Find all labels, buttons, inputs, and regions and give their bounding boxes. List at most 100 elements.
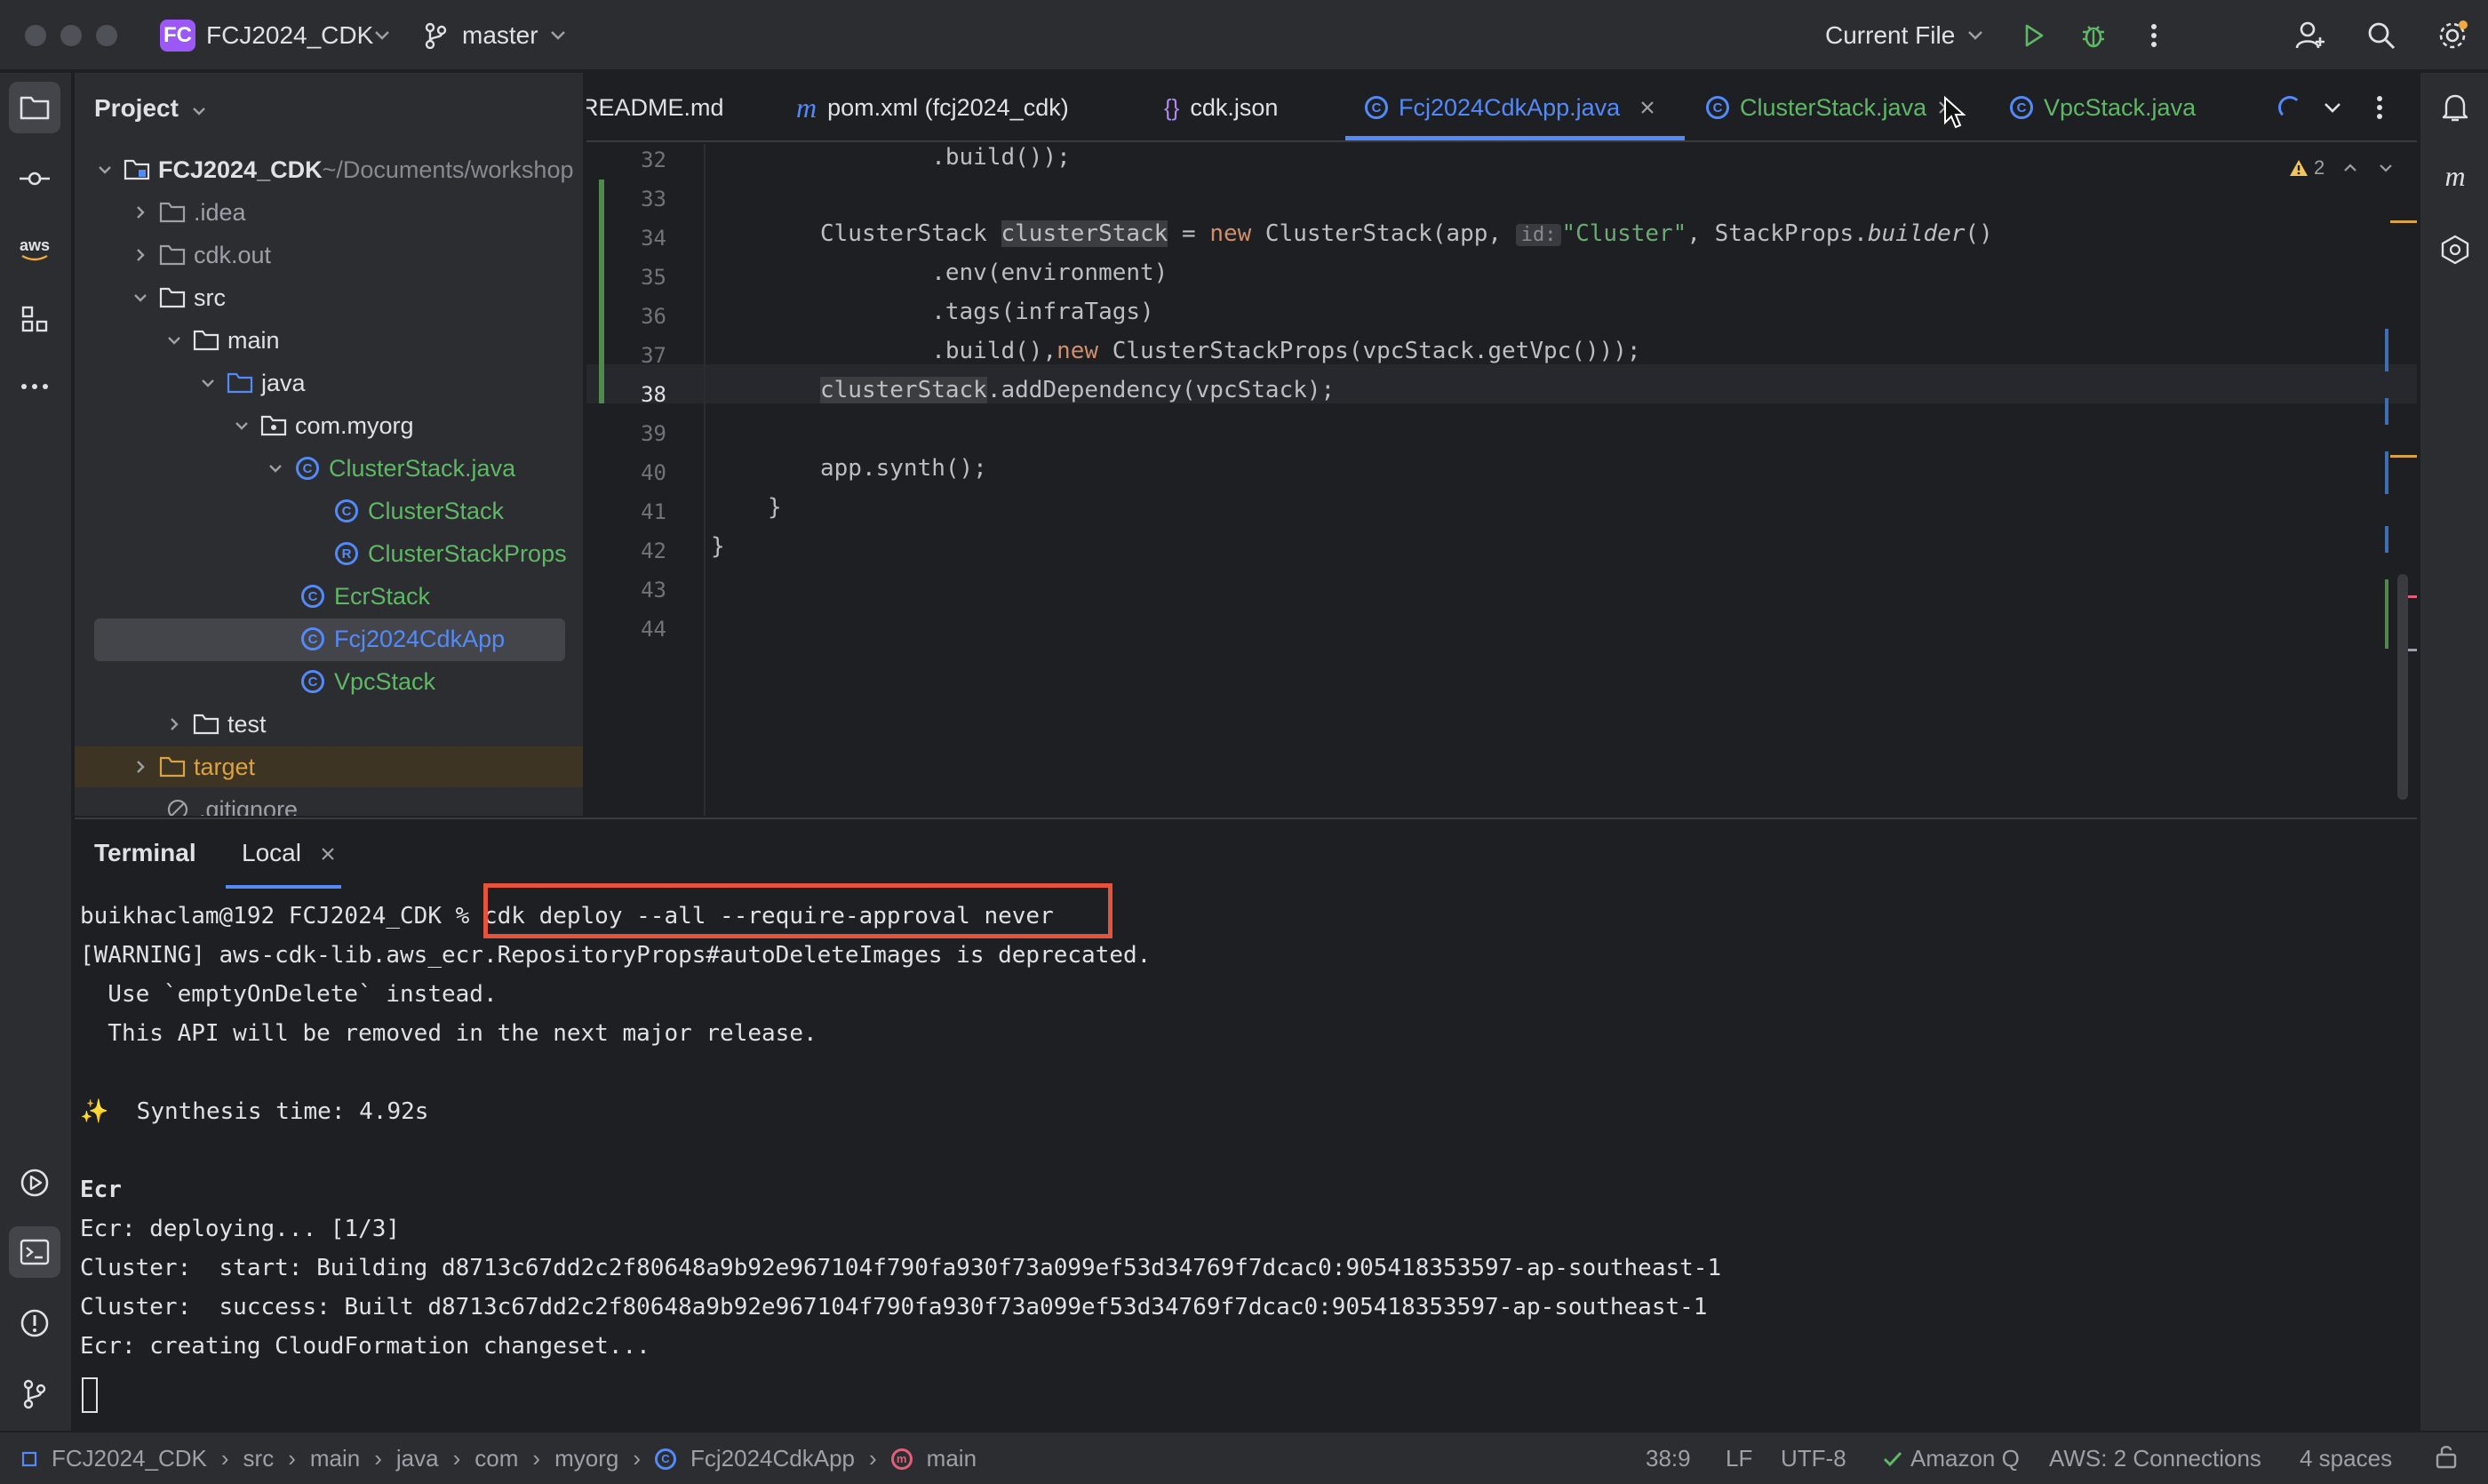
terminal-panel: Terminal Local buikhaclam@192 FCJ2024_CD… (75, 818, 2417, 1431)
project-badge[interactable]: FC (160, 20, 195, 52)
tree-item-test[interactable]: test (75, 704, 583, 745)
chevron-right-icon[interactable] (163, 714, 185, 735)
tree-item-gitignore[interactable]: .gitignore (75, 789, 583, 816)
class-icon: C (299, 582, 327, 610)
aws-connections[interactable]: AWS: 2 Connections (2049, 1445, 2261, 1472)
aws-cube-icon[interactable] (2429, 224, 2481, 275)
code-line-35: .env(environment) (820, 259, 1168, 286)
tree-item-project-root[interactable]: FCJ2024_CDK ~/Documents/workshop (75, 149, 583, 190)
maven-icon: m (796, 91, 817, 124)
tab-clusterstack[interactable]: C ClusterStack.java (1706, 73, 1953, 140)
tree-item-src[interactable]: src (75, 277, 583, 318)
tree-item-clusterstack-class[interactable]: C ClusterStack (75, 491, 583, 531)
breadcrumb-item[interactable]: main (310, 1445, 360, 1472)
tab-list-chevron-icon[interactable] (2323, 73, 2342, 140)
breadcrumb-item[interactable]: FCJ2024_CDK (52, 1445, 207, 1472)
chevron-down-icon[interactable] (1962, 14, 1989, 57)
method-icon: m (890, 1448, 913, 1470)
overflow-tab-icon[interactable] (2278, 73, 2301, 140)
structure-icon[interactable] (9, 293, 60, 345)
more-horizontal-icon[interactable] (9, 361, 60, 412)
breadcrumb-item[interactable]: Fcj2024CdkApp (690, 1445, 855, 1472)
services-icon[interactable] (9, 1157, 60, 1209)
breadcrumb-item[interactable]: main (927, 1445, 977, 1472)
tab-fcj2024cdkapp[interactable]: C Fcj2024CdkApp.java (1365, 73, 1655, 140)
debug-icon[interactable] (2072, 14, 2115, 57)
tree-item-clusterstack-file[interactable]: C ClusterStack.java (75, 448, 583, 489)
tree-item-clusterstackprops[interactable]: R ClusterStackProps (75, 533, 583, 574)
tree-item-cdk-out[interactable]: cdk.out (75, 235, 583, 275)
tab-options-more-icon[interactable] (2376, 73, 2383, 140)
close-tab-icon[interactable] (1639, 100, 1655, 116)
settings-gear-icon[interactable] (2431, 14, 2474, 57)
warning-icon (2290, 160, 2308, 176)
tree-item-idea[interactable]: .idea (75, 192, 583, 233)
notifications-bell-icon[interactable] (2429, 82, 2481, 133)
tree-item-main[interactable]: main (75, 320, 583, 361)
tab-vpcstack[interactable]: C VpcStack.java (2010, 73, 2196, 140)
run-icon[interactable] (2012, 14, 2054, 57)
line-ending[interactable]: LF (1726, 1445, 1752, 1472)
project-panel: Project FCJ2024_CDK ~/Documents/workshop… (75, 73, 585, 816)
tree-item-package[interactable]: com.myorg (75, 405, 583, 446)
chevron-down-icon[interactable] (94, 159, 116, 180)
chevron-down-icon[interactable] (542, 14, 574, 57)
search-icon[interactable] (2360, 14, 2403, 57)
tab-pom-xml[interactable]: m pom.xml (fcj2024_cdk) (796, 73, 1069, 140)
lock-icon[interactable] (2435, 1443, 2458, 1476)
folder-icon (158, 241, 187, 269)
amazon-q-icon[interactable]: m (2429, 151, 2481, 203)
branch-name[interactable]: master (462, 21, 538, 50)
package-icon (259, 411, 288, 440)
tree-item-java[interactable]: java (75, 363, 583, 403)
problems-icon[interactable] (9, 1297, 60, 1349)
terminal-tab-local[interactable]: Local (242, 839, 301, 867)
code-line-40: app.synth(); (820, 455, 987, 482)
chevron-down-icon[interactable] (231, 415, 252, 436)
minimize-window-button[interactable] (60, 25, 82, 46)
tree-item-fcj2024cdkapp[interactable]: C Fcj2024CdkApp (75, 618, 583, 659)
indent-setting[interactable]: 4 spaces (2300, 1445, 2392, 1472)
inspection-widget[interactable]: 2 (2289, 156, 2394, 180)
git-icon[interactable] (9, 1368, 60, 1420)
commit-icon[interactable] (9, 153, 60, 204)
tab-cdk-json[interactable]: {} cdk.json (1164, 73, 1278, 140)
chevron-right-icon[interactable] (130, 756, 151, 778)
breadcrumb-item[interactable]: java (396, 1445, 439, 1472)
code-editor[interactable]: 32 33 34 35 36 37 38 39 40 41 42 43 44 .… (586, 144, 2417, 816)
breadcrumb-item[interactable]: src (243, 1445, 275, 1472)
aws-toolkit-icon[interactable]: aws (9, 224, 60, 275)
more-vertical-icon[interactable] (2133, 14, 2175, 57)
chevron-down-icon[interactable] (265, 458, 286, 479)
folder-icon (192, 710, 220, 738)
chevron-down-icon[interactable] (163, 330, 185, 351)
close-window-button[interactable] (25, 25, 46, 46)
chevron-down-icon[interactable] (130, 287, 151, 308)
project-panel-title[interactable]: Project (94, 94, 207, 123)
tree-item-target[interactable]: target (75, 746, 583, 787)
project-folder-icon[interactable] (9, 82, 60, 133)
chevron-right-icon[interactable] (130, 244, 151, 266)
chevron-down-icon (2380, 164, 2393, 172)
zoom-window-button[interactable] (96, 25, 117, 46)
editor-scrollbar[interactable] (2397, 574, 2408, 800)
add-user-icon[interactable] (2289, 14, 2332, 57)
terminal-icon[interactable] (9, 1226, 60, 1278)
project-name[interactable]: FCJ2024_CDK (206, 21, 373, 50)
breadcrumb-item[interactable]: com (474, 1445, 518, 1472)
chevron-right-icon[interactable] (130, 202, 151, 223)
chevron-down-icon[interactable] (197, 372, 219, 394)
right-tool-strip: m (2419, 73, 2488, 1431)
tab-readme[interactable]: README.md (586, 73, 755, 140)
class-icon: C (655, 1448, 676, 1470)
tree-item-ecrstack[interactable]: C EcrStack (75, 576, 583, 617)
terminal-output[interactable]: buikhaclam@192 FCJ2024_CDK % cdk deploy … (75, 889, 2417, 1432)
amazon-q-status[interactable]: Amazon Q (1882, 1445, 2020, 1472)
tree-item-vpcstack[interactable]: C VpcStack (75, 661, 583, 702)
close-tab-icon[interactable] (320, 846, 336, 866)
file-encoding[interactable]: UTF-8 (1781, 1445, 1846, 1472)
chevron-down-icon[interactable] (366, 14, 398, 57)
breadcrumb-item[interactable]: myorg (554, 1445, 618, 1472)
run-config-selector[interactable]: Current File (1825, 21, 1955, 50)
caret-position[interactable]: 38:9 (1646, 1445, 1691, 1472)
